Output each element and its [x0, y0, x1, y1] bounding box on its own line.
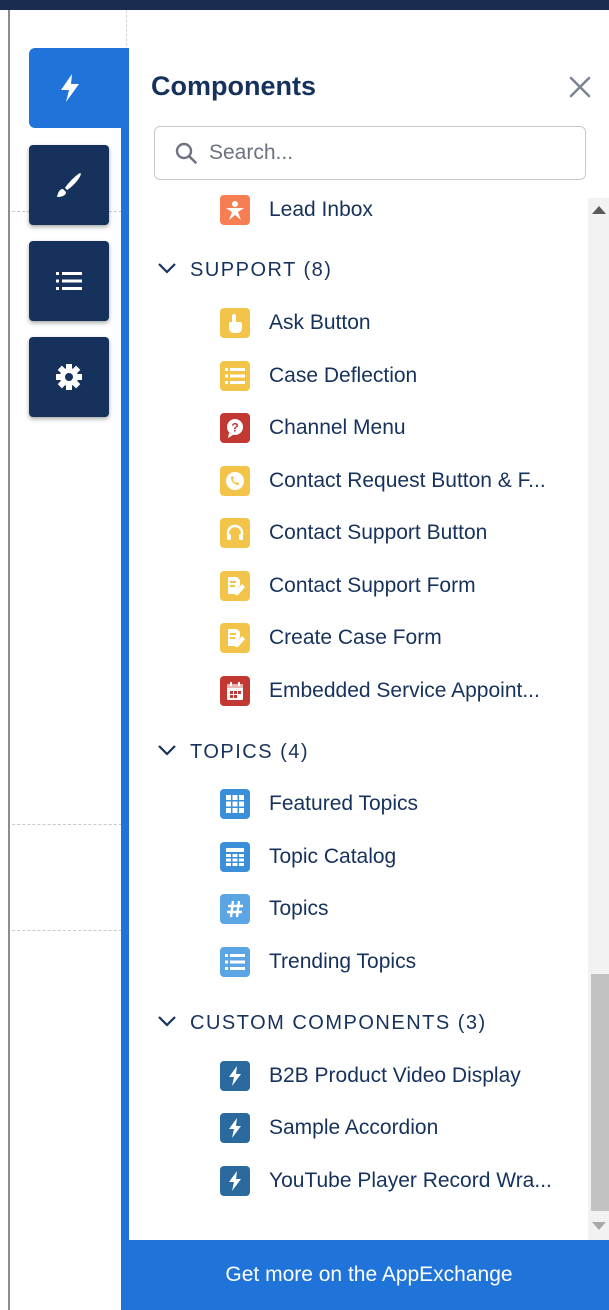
list-item-channel-menu[interactable]: ? Channel Menu	[220, 408, 406, 448]
grid-icon	[220, 789, 250, 819]
search-icon	[175, 142, 197, 164]
section-custom-components[interactable]: CUSTOM COMPONENTS (3)	[157, 1003, 487, 1043]
canvas-dashed-line	[12, 930, 127, 931]
hashtag-icon	[220, 894, 250, 924]
svg-text:?: ?	[231, 421, 238, 435]
components-panel: Components Lead Inbox SUPPORT (8) As	[121, 48, 609, 1310]
tool-theme-button[interactable]	[29, 145, 109, 225]
list-item-featured-topics[interactable]: Featured Topics	[220, 784, 418, 824]
section-support[interactable]: SUPPORT (8)	[157, 250, 332, 290]
lightning-icon	[57, 73, 83, 103]
close-icon	[569, 76, 591, 103]
star-person-icon	[220, 195, 250, 225]
tool-settings-button[interactable]	[29, 337, 109, 417]
lightning-icon	[220, 1166, 250, 1196]
list-item-youtube-player[interactable]: YouTube Player Record Wra...	[220, 1161, 552, 1201]
canvas-dashed-line	[126, 10, 127, 46]
list-item-contact-support-form[interactable]: Contact Support Form	[220, 566, 476, 606]
panel-title: Components	[151, 71, 316, 101]
list-item-topics[interactable]: Topics	[220, 889, 329, 929]
chevron-down-icon	[157, 261, 177, 279]
form-edit-icon	[220, 571, 250, 601]
question-bubble-icon: ?	[220, 413, 250, 443]
tool-components-button[interactable]	[29, 48, 129, 128]
canvas-dashed-line	[12, 824, 127, 825]
close-button[interactable]	[565, 74, 595, 104]
form-edit-icon	[220, 623, 250, 653]
tool-page-structure-button[interactable]	[29, 241, 109, 321]
list-item-b2b-product-video[interactable]: B2B Product Video Display	[220, 1056, 521, 1096]
lightning-icon	[220, 1061, 250, 1091]
list-item-case-deflection[interactable]: Case Deflection	[220, 356, 417, 396]
list-icon	[220, 947, 250, 977]
section-topics[interactable]: TOPICS (4)	[157, 732, 309, 772]
list-item-sample-accordion[interactable]: Sample Accordion	[220, 1108, 438, 1148]
list-item-trending-topics[interactable]: Trending Topics	[220, 942, 416, 982]
table-icon	[220, 842, 250, 872]
search-box[interactable]	[154, 126, 586, 180]
phone-bubble-icon	[220, 466, 250, 496]
list-item-ask-button[interactable]: Ask Button	[220, 303, 371, 343]
list-icon	[220, 361, 250, 391]
scroll-thumb[interactable]	[591, 974, 609, 1211]
canvas-border	[8, 10, 10, 1310]
gear-icon	[55, 363, 83, 391]
list-item-lead-inbox[interactable]: Lead Inbox	[220, 190, 373, 230]
list-item-contact-support-button[interactable]: Contact Support Button	[220, 513, 487, 553]
list-item-contact-request[interactable]: Contact Request Button & F...	[220, 461, 546, 501]
component-list: Lead Inbox SUPPORT (8) Ask Button Case D…	[129, 188, 569, 1243]
search-input[interactable]	[207, 140, 571, 166]
lightning-icon	[220, 1113, 250, 1143]
list-item-topic-catalog[interactable]: Topic Catalog	[220, 837, 396, 877]
list-item-embedded-service[interactable]: Embedded Service Appoint...	[220, 671, 540, 711]
list-item-create-case-form[interactable]: Create Case Form	[220, 618, 442, 658]
brush-icon	[55, 171, 83, 199]
chevron-down-icon	[157, 1014, 177, 1032]
scroll-down-arrow[interactable]	[592, 1222, 606, 1230]
calendar-icon	[220, 676, 250, 706]
chevron-down-icon	[157, 743, 177, 761]
appexchange-link[interactable]: Get more on the AppExchange	[129, 1240, 609, 1310]
top-bar	[0, 0, 609, 10]
scroll-up-arrow[interactable]	[592, 206, 606, 214]
list-icon	[55, 270, 83, 292]
hand-pointer-icon	[220, 308, 250, 338]
scrollbar[interactable]	[588, 198, 609, 1240]
headset-icon	[220, 518, 250, 548]
